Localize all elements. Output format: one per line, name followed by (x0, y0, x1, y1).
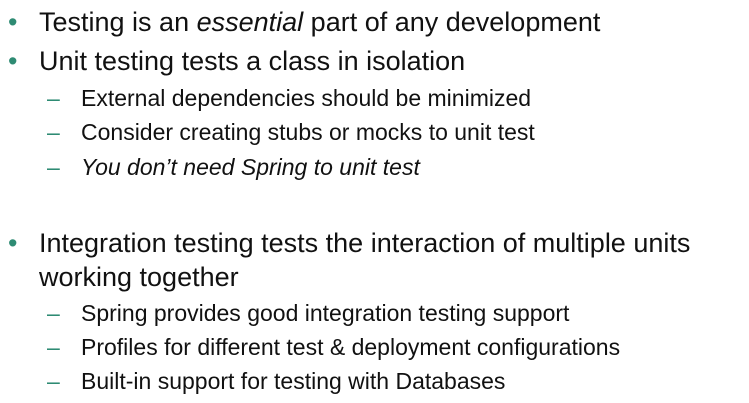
subbullet-external-dependencies: – External dependencies should be minimi… (47, 84, 532, 112)
dash-icon: – (47, 334, 60, 360)
dash-icon: – (47, 300, 60, 326)
dash-icon: – (47, 85, 60, 111)
bullet-integration-testing-continued: working together (39, 261, 239, 293)
bullet-text: Testing is an essential part of any deve… (39, 7, 601, 37)
dash-icon: – (47, 119, 60, 145)
bullet-dot-icon: • (8, 46, 18, 76)
subbullet-profiles: – Profiles for different test & deployme… (47, 333, 621, 361)
bullet-integration-testing: • Integration testing tests the interact… (8, 227, 691, 259)
subbullet-text: Spring provides good integration testing… (81, 300, 570, 326)
subbullet-no-spring: – You don’t need Spring to unit test (47, 153, 420, 181)
bullet-testing-essential: • Testing is an essential part of any de… (8, 6, 601, 38)
subbullet-stubs-mocks: – Consider creating stubs or mocks to un… (47, 118, 535, 146)
subbullet-text: Profiles for different test & deployment… (81, 334, 621, 360)
subbullet-text: Consider creating stubs or mocks to unit… (81, 119, 535, 145)
bullet-text: Unit testing tests a class in isolation (39, 46, 466, 76)
subbullet-databases: – Built-in support for testing with Data… (47, 367, 506, 395)
subbullet-spring-integration: – Spring provides good integration testi… (47, 299, 570, 327)
bullet-dot-icon: • (8, 228, 18, 258)
bullet-text-line1: Integration testing tests the interactio… (39, 228, 691, 258)
dash-icon: – (47, 154, 60, 180)
bullet-unit-testing: • Unit testing tests a class in isolatio… (8, 45, 466, 77)
subbullet-text: Built-in support for testing with Databa… (81, 368, 506, 394)
bullet-dot-icon: • (8, 7, 18, 37)
slide-content: • Testing is an essential part of any de… (0, 0, 749, 403)
emphasis-text: essential (196, 7, 304, 37)
bullet-text-line2: working together (39, 262, 239, 292)
dash-icon: – (47, 368, 60, 394)
subbullet-text: External dependencies should be minimize… (81, 85, 532, 111)
subbullet-text: You don’t need Spring to unit test (81, 154, 420, 180)
